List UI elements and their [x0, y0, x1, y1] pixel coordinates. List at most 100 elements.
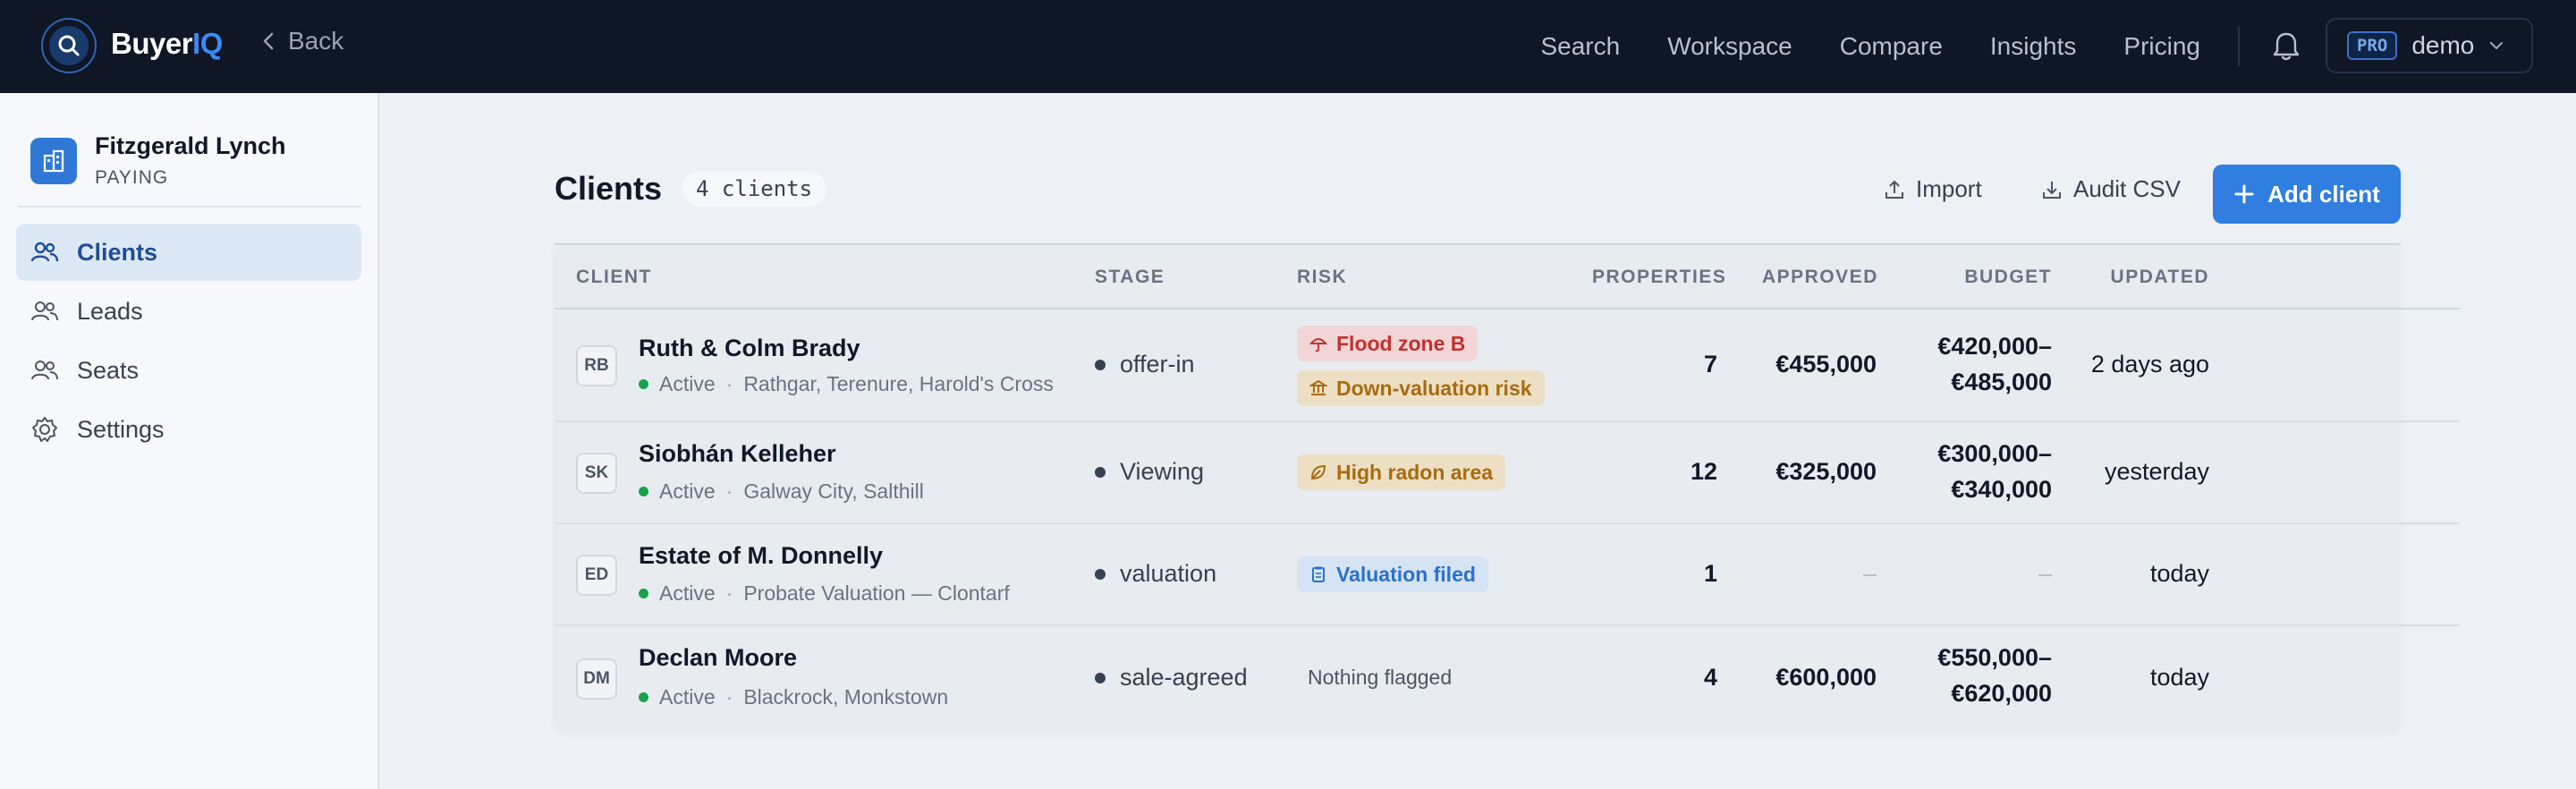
nav-divider: [2238, 27, 2240, 66]
org-header[interactable]: Fitzgerald Lynch PAYING: [30, 132, 286, 189]
client-meta: Active · Probate Valuation — Clontarf: [639, 581, 1077, 606]
users-icon: [31, 301, 58, 321]
status-dot: [639, 589, 648, 598]
sidebar-item-clients[interactable]: Clients: [16, 224, 361, 281]
col-updated[interactable]: UPDATED: [2075, 267, 2209, 288]
risk-badge: Down-valuation risk: [1297, 370, 1545, 406]
avatar: ED: [576, 555, 617, 596]
client-name[interactable]: Siobhán Kelleher: [639, 440, 836, 468]
sidebar-divider: [18, 206, 361, 208]
chevron-down-icon: [2490, 41, 2504, 50]
client-count-badge: 4 clients: [682, 171, 827, 207]
updated-time: 2 days ago: [2090, 351, 2209, 378]
clients-table: CLIENT STAGE RISK PROPERTIES APPROVED BU…: [555, 243, 2460, 728]
properties-count: 7: [1703, 351, 1717, 378]
client-name[interactable]: Declan Moore: [639, 644, 797, 672]
client-area: Probate Valuation — Clontarf: [743, 581, 1010, 605]
bell-icon[interactable]: [2268, 27, 2304, 66]
col-risk[interactable]: RISK: [1297, 267, 1347, 288]
status-dot: [639, 379, 648, 389]
client-area: Rathgar, Terenure, Harold's Cross: [743, 372, 1054, 395]
budget-range: €420,000–: [1937, 333, 2052, 360]
nav-pricing[interactable]: Pricing: [2123, 32, 2200, 61]
sidebar: Fitzgerald Lynch PAYING Clients Leads Se…: [0, 93, 379, 789]
back-label: Back: [288, 27, 344, 55]
budget-range-end: €620,000: [1951, 680, 2052, 707]
table-row[interactable]: DM Declan Moore Active · Blackrock, Monk…: [555, 626, 2460, 730]
status-text: Active: [659, 685, 716, 708]
budget-range: €550,000–: [1937, 644, 2052, 671]
gear-icon: [32, 417, 57, 442]
col-stage[interactable]: STAGE: [1095, 267, 1165, 288]
audit-csv-button[interactable]: Audit CSV: [2041, 175, 2181, 203]
bank-icon: [1309, 379, 1327, 395]
back-link[interactable]: Back: [261, 27, 343, 55]
stage-label: sale-agreed: [1095, 664, 1248, 691]
sidebar-item-leads[interactable]: Leads: [16, 283, 361, 340]
col-budget[interactable]: BUDGET: [1932, 267, 2052, 288]
sidebar-item-label: Clients: [77, 238, 158, 266]
properties-count: 12: [1690, 458, 1717, 485]
budget-range: €300,000–: [1937, 440, 2052, 467]
status-text: Active: [659, 479, 716, 503]
main-nav: Search Workspace Compare Insights Pricin…: [1540, 0, 2200, 93]
brand-logo[interactable]: BuyerIQ: [111, 27, 223, 61]
table-row[interactable]: ED Estate of M. Donnelly Active · Probat…: [555, 524, 2460, 626]
client-name[interactable]: Estate of M. Donnelly: [639, 542, 883, 570]
col-client[interactable]: CLIENT: [576, 267, 652, 288]
status-dot: [639, 692, 648, 702]
download-icon: [2043, 181, 2061, 199]
avatar: RB: [576, 345, 617, 386]
clipboard-icon: [1312, 566, 1325, 582]
budget-range: –: [2038, 560, 2052, 587]
import-button[interactable]: Import: [1884, 175, 1982, 203]
avatar: DM: [576, 658, 617, 700]
umbrella-icon: [1309, 338, 1327, 352]
sidebar-item-settings[interactable]: Settings: [16, 401, 361, 458]
sidebar-item-label: Settings: [77, 415, 165, 443]
properties-count: 1: [1703, 560, 1717, 587]
budget-range-end: €485,000: [1951, 369, 2052, 395]
client-name[interactable]: Ruth & Colm Brady: [639, 335, 860, 362]
nav-compare[interactable]: Compare: [1840, 32, 1943, 61]
client-area: Galway City, Salthill: [743, 479, 924, 503]
properties-count: 4: [1703, 664, 1717, 691]
approved-amount: €325,000: [1775, 458, 1877, 485]
updated-time: today: [2149, 664, 2209, 691]
stage-label: Viewing: [1095, 458, 1204, 486]
plan-badge: PRO: [2347, 31, 2398, 60]
org-plan: PAYING: [95, 167, 169, 188]
leaf-icon: [1310, 464, 1326, 480]
page-header: Clients 4 clients: [555, 170, 827, 208]
no-risk-label: Nothing flagged: [1308, 666, 1453, 689]
users-icon: [30, 242, 59, 262]
add-client-button[interactable]: Add client: [2213, 165, 2401, 224]
sidebar-item-seats[interactable]: Seats: [16, 342, 361, 399]
nav-insights[interactable]: Insights: [1990, 32, 2077, 61]
add-client-label: Add client: [2267, 180, 2380, 208]
risk-badge: Valuation filed: [1297, 556, 1488, 592]
updated-time: today: [2149, 560, 2209, 587]
chevron-left-icon: [263, 32, 274, 50]
nav-workspace[interactable]: Workspace: [1667, 32, 1792, 61]
approved-amount: €455,000: [1775, 351, 1877, 378]
account-menu[interactable]: PRO demo: [2326, 18, 2533, 73]
approved-amount: –: [1862, 560, 1877, 587]
nav-search[interactable]: Search: [1540, 32, 1620, 61]
plus-icon: [2234, 184, 2254, 204]
col-approved[interactable]: APPROVED: [1762, 267, 1877, 288]
account-name: demo: [2411, 31, 2475, 59]
stage-label: valuation: [1095, 560, 1216, 588]
table-row[interactable]: SK Siobhán Kelleher Active · Galway City…: [555, 422, 2460, 524]
org-name: Fitzgerald Lynch: [95, 132, 286, 159]
logo-search-icon[interactable]: [41, 18, 97, 73]
table-row[interactable]: RB Ruth & Colm Brady Active · Rathgar, T…: [555, 310, 2460, 422]
building-icon: [30, 137, 77, 184]
users-icon: [31, 361, 58, 380]
risk-badge: High radon area: [1297, 454, 1506, 490]
status-dot: [639, 487, 648, 496]
top-bar: BuyerIQ Back Search Workspace Compare In…: [0, 0, 2576, 93]
risk-badge: Flood zone B: [1297, 326, 1479, 361]
col-properties[interactable]: PROPERTIES: [1592, 267, 1725, 288]
sidebar-item-label: Seats: [77, 356, 140, 384]
